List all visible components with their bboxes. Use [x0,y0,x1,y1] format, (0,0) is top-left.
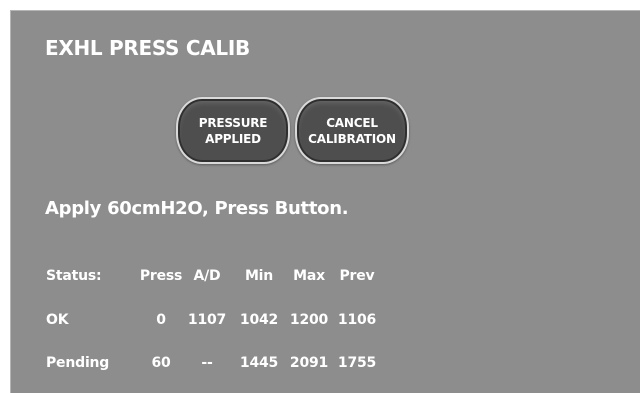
table-header-ad: A/D [193,268,221,284]
table-cell-ad: -- [201,355,213,371]
table-cell-status: OK [46,312,69,328]
table-header-prev: Prev [339,268,375,284]
cancel-calibration-label-line2: CALIBRATION [308,131,396,146]
instruction-text: Apply 60cmH2O, Press Button. [45,198,349,219]
pressure-applied-label-line2: APPLIED [205,131,261,146]
cancel-calibration-label-line1: CANCEL [326,115,378,130]
table-cell-max: 2091 [289,355,329,371]
pressure-applied-button[interactable]: PRESSURE APPLIED [176,97,290,164]
table-header-min: Min [244,268,274,284]
table-cell-status: Pending [46,355,110,371]
table-cell-ad: 1107 [187,312,227,328]
table-cell-press: 0 [156,312,166,328]
screen-title: EXHL PRESS CALIB [45,36,250,60]
calibration-screen: EXHL PRESS CALIB PRESSURE APPLIED CANCEL… [10,10,640,393]
pressure-applied-label-line1: PRESSURE [198,115,268,130]
table-header-max: Max [293,268,325,284]
table-cell-max: 1200 [289,312,329,328]
table-cell-min: 1445 [239,355,279,371]
table-cell-prev: 1106 [337,312,377,328]
table-header-press: Press [139,268,183,284]
table-header-status: Status: [46,268,102,284]
table-cell-min: 1042 [239,312,279,328]
cancel-calibration-button[interactable]: CANCEL CALIBRATION [295,97,409,164]
table-cell-press: 60 [151,355,171,371]
table-cell-prev: 1755 [337,355,377,371]
